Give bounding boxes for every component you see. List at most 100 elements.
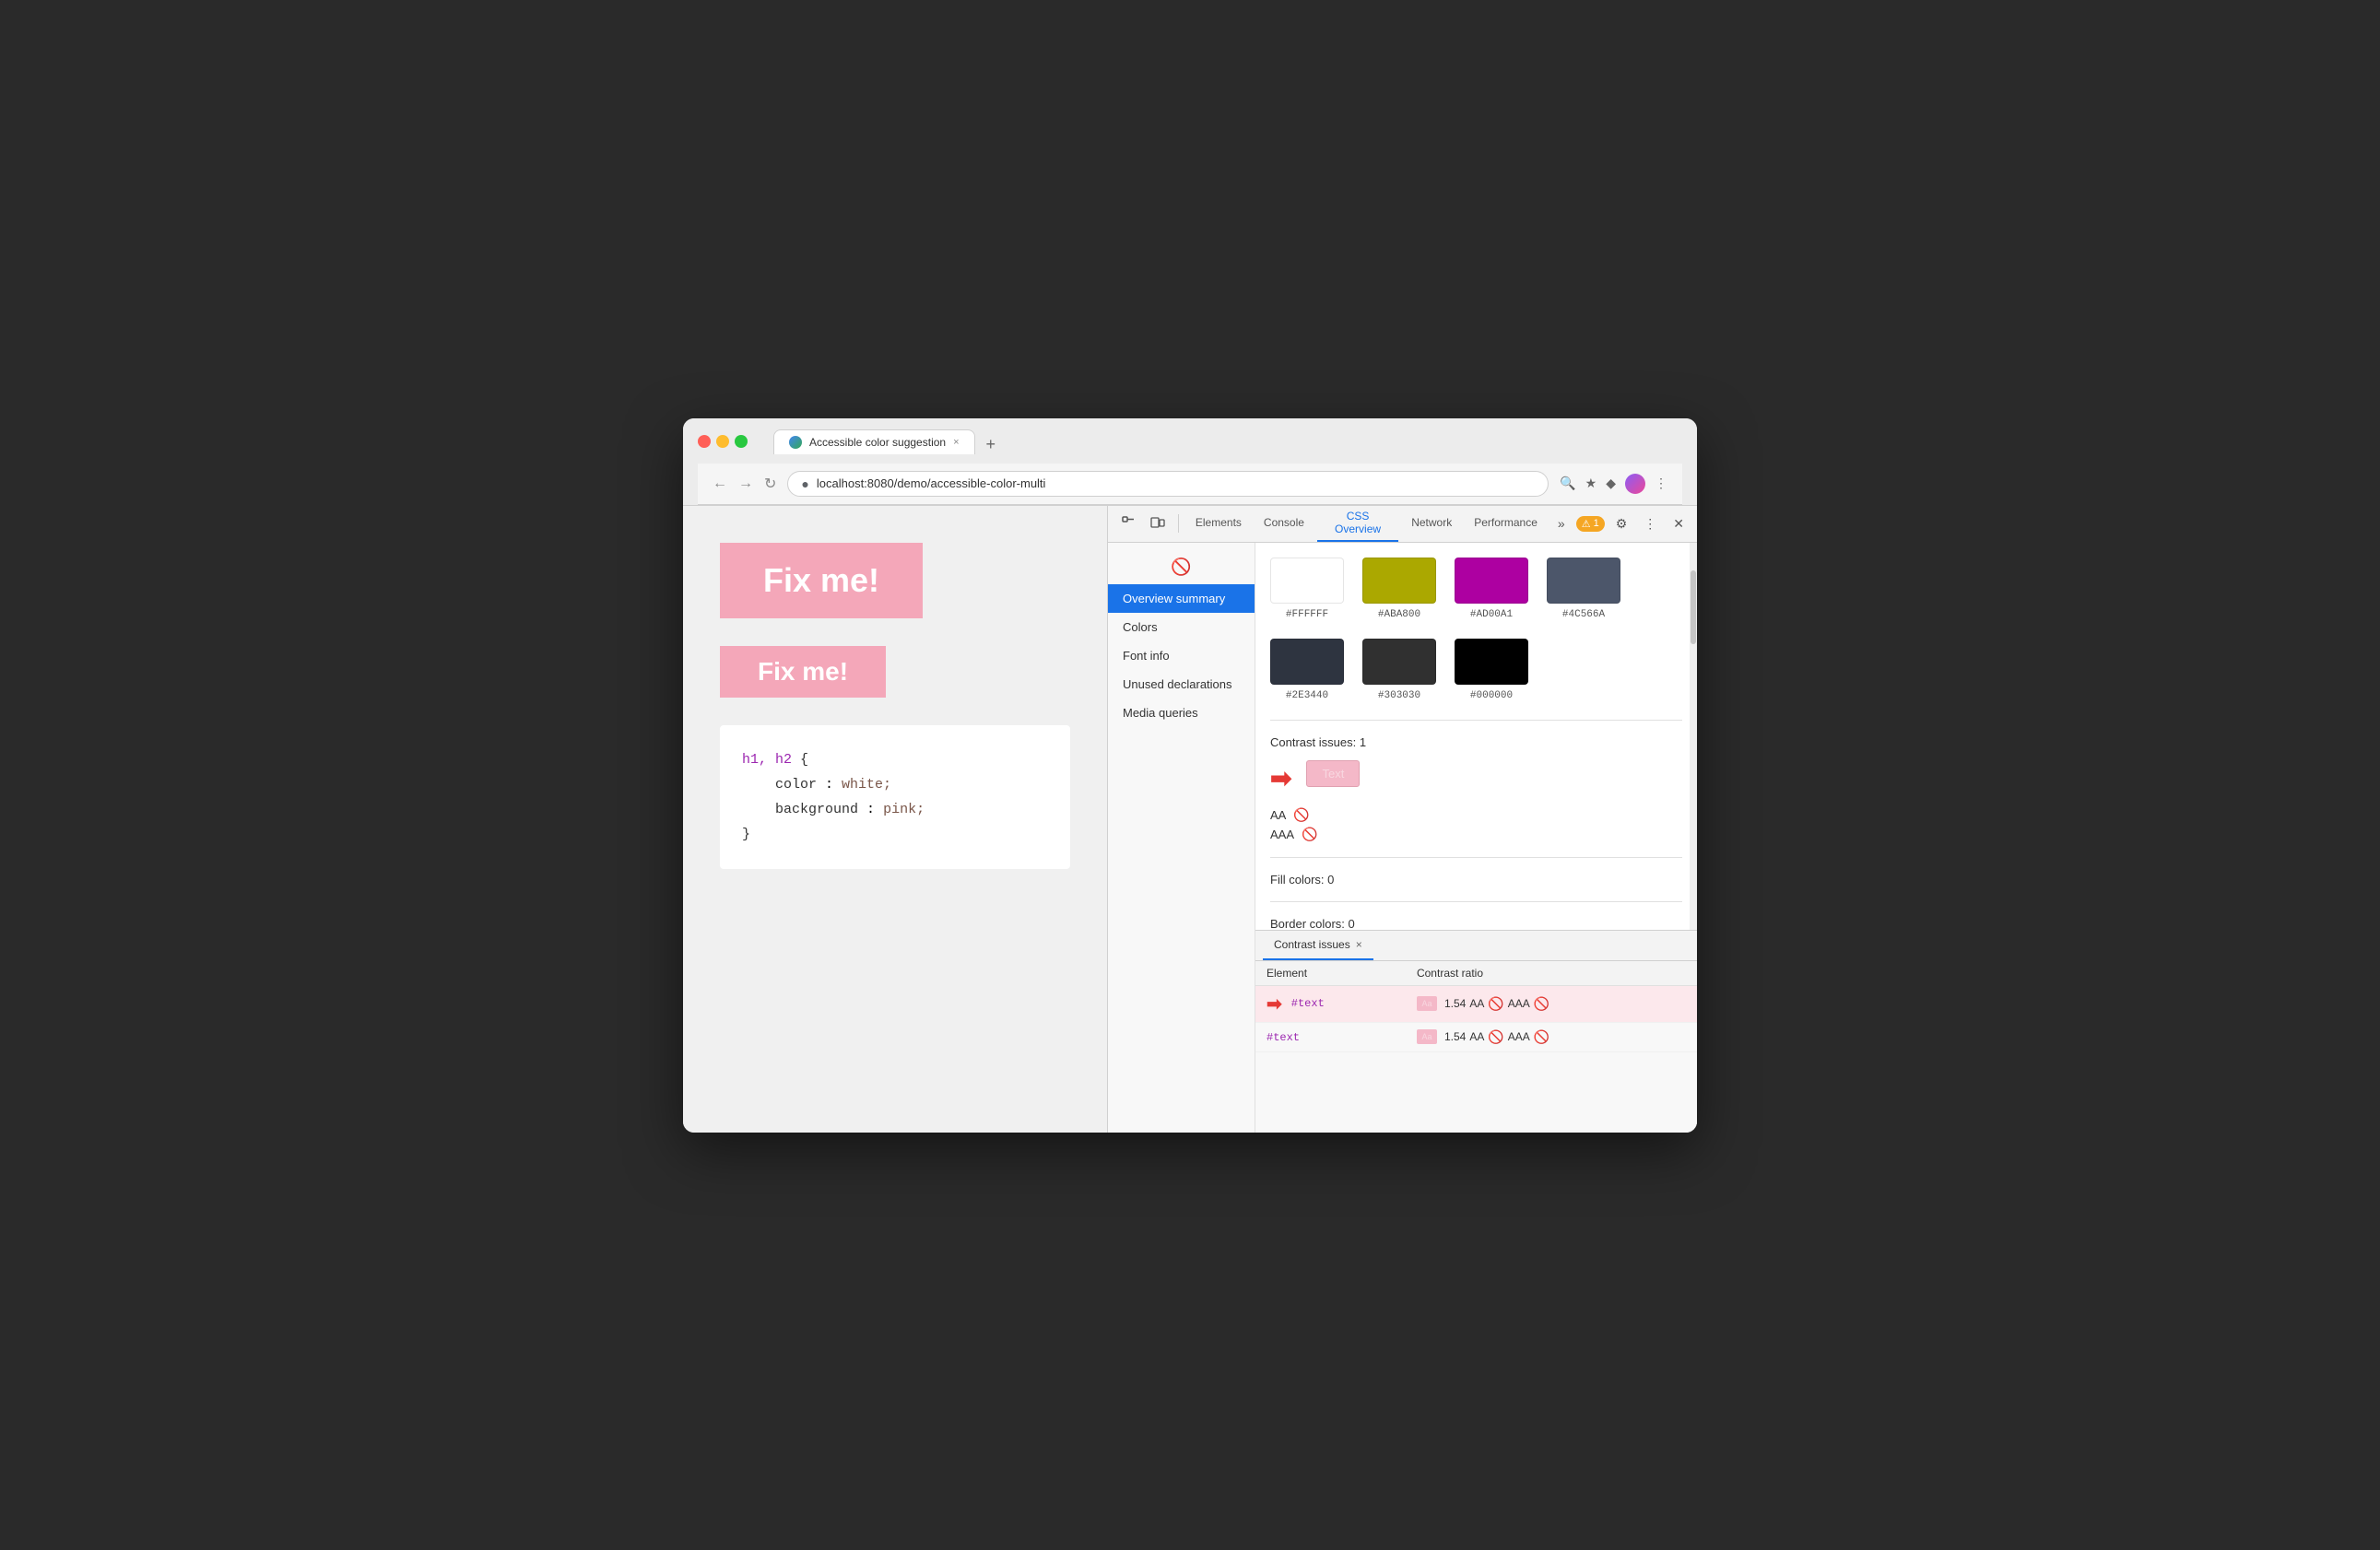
devtools-more-button[interactable]: ⋮ xyxy=(1638,512,1662,535)
swatch-4c566a[interactable] xyxy=(1547,558,1620,604)
swatch-4c566a: #4C566A xyxy=(1547,558,1620,620)
divider-3 xyxy=(1270,901,1682,902)
browser-controls: Accessible color suggestion × + xyxy=(698,429,1682,454)
code-block: h1, h2 { color : white; background : pin… xyxy=(720,725,1070,869)
sidebar-item-font-info[interactable]: Font info xyxy=(1108,641,1255,670)
code-prop-color: color xyxy=(742,777,817,793)
ratio-cell-1: Aa 1.54 AA 🚫 AAA 🚫 xyxy=(1406,985,1697,1022)
table-row-2[interactable]: #text Aa 1.54 AA 🚫 xyxy=(1255,1022,1697,1051)
tab-console[interactable]: Console xyxy=(1255,505,1314,542)
tab-close-button[interactable]: × xyxy=(953,437,959,448)
table-row-1[interactable]: ➡ #text Aa 1.54 xyxy=(1255,985,1697,1022)
element-cell-1: ➡ #text xyxy=(1255,985,1406,1022)
swatch-aba800[interactable] xyxy=(1362,558,1436,604)
aa-no-entry-icon: 🚫 xyxy=(1293,807,1309,823)
css-sidebar: 🚫 Overview summary Colors Font info Unus… xyxy=(1108,543,1255,1133)
bookmark-icon[interactable]: ★ xyxy=(1585,476,1597,491)
tab-performance[interactable]: Performance xyxy=(1465,505,1547,542)
tab-title: Accessible color suggestion xyxy=(809,436,946,449)
contrast-text-preview[interactable]: Text xyxy=(1306,760,1360,787)
code-colon-2: : xyxy=(866,802,883,817)
page-content: Fix me! Fix me! h1, h2 { color : white; … xyxy=(683,506,1107,1133)
fix-me-box-1: Fix me! xyxy=(720,543,923,618)
aa-sample-2: Aa xyxy=(1417,1029,1437,1044)
swatch-000000[interactable] xyxy=(1455,639,1528,685)
swatch-aba800: #ABA800 xyxy=(1362,558,1436,620)
scrollbar-thumb[interactable] xyxy=(1691,570,1696,644)
element-text-1: #text xyxy=(1291,997,1325,1010)
contrast-issues-tab-close[interactable]: × xyxy=(1356,938,1362,951)
tab-elements[interactable]: Elements xyxy=(1186,505,1251,542)
warning-count: 1 xyxy=(1594,518,1599,529)
contrast-issues-tab[interactable]: Contrast issues × xyxy=(1263,931,1373,960)
sidebar-item-media-queries[interactable]: Media queries xyxy=(1108,699,1255,727)
swatch-white[interactable] xyxy=(1270,558,1344,604)
sidebar-item-unused-declarations[interactable]: Unused declarations xyxy=(1108,670,1255,699)
forward-button[interactable]: → xyxy=(738,476,753,492)
contrast-issues-title: Contrast issues: 1 xyxy=(1270,735,1682,749)
sidebar-item-overview-summary[interactable]: Overview summary xyxy=(1108,584,1255,613)
swatch-2e3440: #2E3440 xyxy=(1270,639,1344,701)
swatch-label-000000: #000000 xyxy=(1470,690,1513,701)
ratio-cell-2: Aa 1.54 AA 🚫 AAA 🚫 xyxy=(1406,1022,1697,1051)
code-colon-1: : xyxy=(825,777,842,793)
divider-1 xyxy=(1270,720,1682,721)
scrollbar-track[interactable] xyxy=(1690,543,1697,930)
active-tab[interactable]: Accessible color suggestion × xyxy=(773,429,975,454)
arrow-row1: ➡ xyxy=(1267,992,1282,1016)
element-text-2: #text xyxy=(1267,1031,1300,1044)
swatch-2e3440[interactable] xyxy=(1270,639,1344,685)
device-toggle-button[interactable] xyxy=(1145,511,1171,536)
extensions-icon[interactable]: ◆ xyxy=(1606,476,1616,491)
ratio-value-1: 1.54 xyxy=(1444,997,1466,1010)
browser-titlebar: Accessible color suggestion × + ← → ↻ ● … xyxy=(683,418,1697,506)
reload-button[interactable]: ↻ xyxy=(764,475,776,493)
address-bar-row: ← → ↻ ● localhost:8080/demo/accessible-c… xyxy=(698,464,1682,505)
zoom-icon[interactable]: 🔍 xyxy=(1560,476,1575,491)
devtools-panel: Elements Console CSS Overview Network Pe… xyxy=(1107,506,1697,1133)
tab-favicon xyxy=(789,436,802,449)
col-header-ratio: Contrast ratio xyxy=(1406,961,1697,986)
code-brace-close: } xyxy=(742,827,750,842)
more-tabs-button[interactable]: » xyxy=(1550,512,1573,534)
no-entry-sidebar-icon: 🚫 xyxy=(1108,550,1255,584)
menu-icon[interactable]: ⋮ xyxy=(1655,476,1667,491)
aaa-text-2: AAA xyxy=(1508,1030,1530,1043)
close-window-button[interactable] xyxy=(698,435,711,448)
code-value-color: white; xyxy=(842,777,891,793)
tab-css-overview[interactable]: CSS Overview xyxy=(1317,505,1398,542)
aaa-badge-row: AAA 🚫 xyxy=(1270,827,1682,842)
address-bar[interactable]: ● localhost:8080/demo/accessible-color-m… xyxy=(787,471,1549,497)
settings-button[interactable]: ⚙ xyxy=(1610,512,1633,535)
browser-content: Fix me! Fix me! h1, h2 { color : white; … xyxy=(683,506,1697,1133)
browser-window: Accessible color suggestion × + ← → ↻ ● … xyxy=(683,418,1697,1133)
css-content-scroll: #FFFFFF #ABA800 #AD00A1 xyxy=(1255,543,1697,930)
swatch-ad00a1[interactable] xyxy=(1455,558,1528,604)
border-colors-label: Border colors: 0 xyxy=(1270,917,1682,930)
new-tab-button[interactable]: + xyxy=(979,435,1004,454)
aa-no-entry-2: 🚫 xyxy=(1488,1029,1503,1045)
code-selector: h1, h2 xyxy=(742,752,792,768)
swatch-label-ad00a1: #AD00A1 xyxy=(1470,609,1513,620)
sidebar-item-colors[interactable]: Colors xyxy=(1108,613,1255,641)
toolbar-separator-1 xyxy=(1178,514,1179,533)
maximize-window-button[interactable] xyxy=(735,435,748,448)
element-cell-2: #text xyxy=(1255,1022,1406,1051)
fix-me-heading-2: Fix me! xyxy=(758,657,848,687)
aa-text-1: AA xyxy=(1469,997,1484,1010)
warning-badge: ⚠ 1 xyxy=(1576,516,1605,532)
aaa-no-entry-1: 🚫 xyxy=(1534,996,1549,1012)
back-button[interactable]: ← xyxy=(713,476,727,492)
devtools-toolbar: Elements Console CSS Overview Network Pe… xyxy=(1108,506,1697,543)
code-value-bg: pink; xyxy=(883,802,925,817)
profile-icon[interactable] xyxy=(1625,474,1645,494)
inspect-element-button[interactable] xyxy=(1115,511,1141,536)
minimize-window-button[interactable] xyxy=(716,435,729,448)
close-devtools-button[interactable]: ✕ xyxy=(1667,512,1690,535)
tab-network[interactable]: Network xyxy=(1402,505,1461,542)
aa-badge-row: AA 🚫 xyxy=(1270,807,1682,823)
code-line-2: color : white; xyxy=(742,772,1048,797)
swatch-303030[interactable] xyxy=(1362,639,1436,685)
aaa-label: AAA xyxy=(1270,828,1294,841)
devtools-body: 🚫 Overview summary Colors Font info Unus… xyxy=(1108,543,1697,1133)
